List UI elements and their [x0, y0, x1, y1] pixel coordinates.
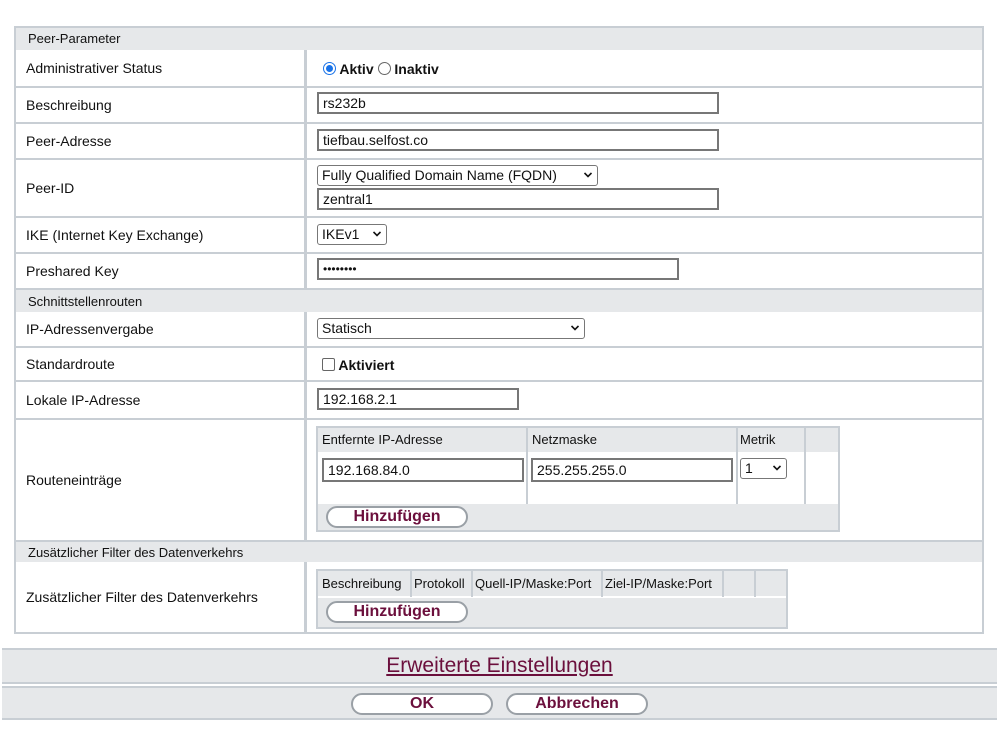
field-label: Standardroute — [26, 356, 115, 372]
row-admin-status: Administrativer Status Aktiv Inaktiv — [14, 50, 984, 86]
add-route-button[interactable]: Hinzufügen — [326, 506, 468, 528]
local-ip-input[interactable]: 192.168.2.1 — [317, 388, 519, 410]
description-input[interactable]: rs232b — [317, 92, 719, 114]
route-header-remote-ip: Entfernte IP-Adresse — [322, 432, 443, 447]
radio-inaktiv-label[interactable]: Inaktiv — [394, 61, 438, 77]
field-label: Routeneinträge — [26, 472, 122, 488]
route-header-netmask: Netzmaske — [532, 432, 598, 447]
peer-id-type-select[interactable]: Fully Qualified Domain Name (FQDN) — [317, 165, 598, 186]
radio-inaktiv[interactable] — [377, 62, 391, 75]
route-header-metric: Metrik — [740, 432, 776, 447]
section-title: Peer-Parameter — [28, 31, 121, 46]
row-route-entries: Routeneinträge Entfernte IP-Adresse Netz… — [14, 420, 984, 540]
field-label: Beschreibung — [26, 97, 112, 113]
field-label: Peer-Adresse — [26, 133, 112, 149]
filter-header-protocol: Protokoll — [414, 576, 465, 591]
field-label: Lokale IP-Adresse — [26, 392, 141, 408]
section-title: Zusätzlicher Filter des Datenverkehrs — [28, 545, 244, 560]
filter-table: Beschreibung Protokoll Quell-IP/Maske:Po… — [316, 569, 788, 629]
section-schnittstellenrouten: Schnittstellenrouten — [14, 288, 984, 312]
field-label: IKE (Internet Key Exchange) — [26, 227, 204, 243]
advanced-settings-bar: Erweiterte Einstellungen — [2, 648, 997, 684]
chevron-down-icon — [773, 465, 781, 471]
ike-select[interactable]: IKEv1 — [317, 224, 387, 245]
route-remote-ip-input[interactable]: 192.168.84.0 — [322, 458, 524, 482]
route-table: Entfernte IP-Adresse Netzmaske Metrik 19… — [316, 426, 840, 532]
peer-id-input[interactable]: zentral1 — [317, 188, 719, 210]
preshared-key-input[interactable]: •••••••• — [317, 258, 679, 280]
ip-assignment-select[interactable]: Statisch — [317, 318, 585, 339]
chevron-down-icon — [373, 231, 381, 237]
field-label: IP-Adressenvergabe — [26, 321, 154, 337]
field-label: Peer-ID — [26, 180, 75, 196]
action-bar: OK Abbrechen — [2, 686, 997, 720]
status-radio-group: Aktiv Inaktiv — [323, 61, 439, 77]
advanced-settings-link[interactable]: Erweiterte Einstellungen — [2, 654, 997, 678]
row-peer-address: Peer-Adresse tiefbau.selfost.co — [14, 124, 984, 158]
row-ike: IKE (Internet Key Exchange) IKEv1 — [14, 218, 984, 252]
route-metric-select[interactable]: 1 — [740, 458, 787, 479]
cancel-button[interactable]: Abbrechen — [506, 693, 648, 715]
chevron-down-icon — [584, 172, 592, 178]
row-traffic-filter: Zusätzlicher Filter des Datenverkehrs Be… — [14, 562, 984, 632]
chevron-down-icon — [571, 325, 579, 331]
field-label: Zusätzlicher Filter des Datenverkehrs — [26, 589, 258, 605]
row-peer-id: Peer-ID Fully Qualified Domain Name (FQD… — [14, 160, 984, 216]
peer-address-input[interactable]: tiefbau.selfost.co — [317, 129, 719, 151]
add-filter-button[interactable]: Hinzufügen — [326, 601, 468, 623]
row-description: Beschreibung rs232b — [14, 88, 984, 122]
section-title: Schnittstellenrouten — [28, 294, 143, 309]
row-local-ip: Lokale IP-Adresse 192.168.2.1 — [14, 382, 984, 418]
radio-aktiv[interactable] — [323, 62, 336, 75]
route-netmask-input[interactable]: 255.255.255.0 — [531, 458, 733, 482]
filter-header-destination: Ziel-IP/Maske:Port — [605, 576, 712, 591]
section-peer-parameter: Peer-Parameter — [14, 28, 984, 50]
field-label: Administrativer Status — [26, 60, 163, 76]
row-preshared-key: Preshared Key •••••••• — [14, 254, 984, 288]
section-traffic-filter: Zusätzlicher Filter des Datenverkehrs — [14, 540, 984, 562]
default-route-checkbox-label[interactable]: Aktiviert — [338, 357, 394, 373]
filter-header-source: Quell-IP/Maske:Port — [475, 576, 592, 591]
row-default-route: Standardroute Aktiviert — [14, 348, 984, 380]
filter-header-description: Beschreibung — [322, 576, 402, 591]
field-label: Preshared Key — [26, 263, 119, 279]
default-route-checkbox[interactable] — [322, 358, 335, 371]
radio-aktiv-label[interactable]: Aktiv — [339, 61, 373, 77]
ok-button[interactable]: OK — [351, 693, 493, 715]
row-ip-assignment: IP-Adressenvergabe Statisch — [14, 312, 984, 346]
